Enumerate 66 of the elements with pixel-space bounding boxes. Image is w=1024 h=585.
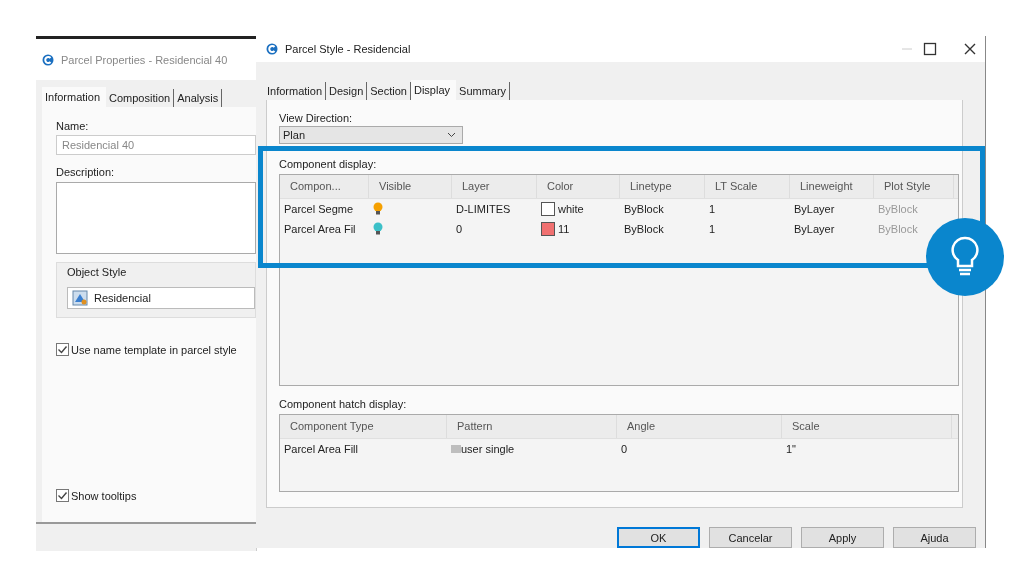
table-cell: user single xyxy=(461,442,515,455)
table-cell: ByBlock xyxy=(878,202,918,215)
description-field[interactable] xyxy=(56,182,256,254)
tab[interactable]: Information xyxy=(42,87,107,107)
lightbulb-icon[interactable] xyxy=(373,222,383,236)
table-cell: 1 xyxy=(709,202,716,215)
app-icon xyxy=(42,53,54,66)
column-header[interactable]: Angle xyxy=(627,420,656,433)
lightbulb-icon[interactable] xyxy=(373,202,383,216)
column-header[interactable]: Plot Style xyxy=(884,180,931,193)
table-cell: Parcel Segme xyxy=(284,202,354,215)
checkbox-label: Show tooltips xyxy=(71,489,137,502)
name-field[interactable]: Residencial 40 xyxy=(56,135,256,155)
table-cell: ByLayer xyxy=(794,202,835,215)
field-label: Description: xyxy=(56,166,116,178)
section-label: Component display: xyxy=(279,157,378,170)
column-header[interactable]: Linetype xyxy=(630,180,672,193)
view-direction-dropdown[interactable]: Plan xyxy=(279,125,463,144)
column-header[interactable]: Scale xyxy=(792,420,820,433)
table-cell: ByBlock xyxy=(624,202,664,215)
table-cell: ByBlock xyxy=(878,222,918,235)
checkbox[interactable] xyxy=(56,343,69,356)
section-label: Component hatch display: xyxy=(279,397,408,410)
tab[interactable]: Display xyxy=(411,79,457,100)
table-cell: ByLayer xyxy=(794,222,835,235)
table-cell: 0 xyxy=(456,222,463,235)
table-cell: Parcel Area Fil xyxy=(284,222,356,235)
column-header[interactable]: LT Scale xyxy=(715,180,758,193)
table-cell: 0 xyxy=(621,442,628,455)
dialog-button[interactable]: Ajuda xyxy=(893,527,976,548)
window-title: Parcel Style - Residencial xyxy=(285,42,411,55)
column-header[interactable]: Component Type xyxy=(290,420,374,433)
checkbox-label: Use name template in parcel style xyxy=(71,343,237,356)
maximize-icon[interactable] xyxy=(923,41,937,56)
column-header[interactable]: Lineweight xyxy=(800,180,853,193)
field-label: Name: xyxy=(56,120,90,132)
tab[interactable]: Section xyxy=(367,81,411,100)
table-cell: 1 xyxy=(709,222,716,235)
dialog-button[interactable]: Apply xyxy=(801,527,884,548)
dialog-button[interactable]: OK xyxy=(617,527,700,548)
checkbox[interactable] xyxy=(56,489,69,502)
tab[interactable]: Design xyxy=(326,81,368,100)
table-cell: 1" xyxy=(786,442,797,455)
table-cell: D-LIMITES xyxy=(456,202,511,215)
column-header[interactable]: Color xyxy=(547,180,574,193)
table-cell: 11 xyxy=(558,222,570,235)
column-header[interactable]: Pattern xyxy=(457,420,493,433)
style-icon xyxy=(72,290,88,306)
dialog-button[interactable]: Cancelar xyxy=(709,527,792,548)
column-header[interactable]: Visible xyxy=(379,180,412,193)
field-label: View Direction: xyxy=(279,111,354,124)
app-icon xyxy=(266,42,278,55)
tab[interactable]: Summary xyxy=(456,81,511,100)
hatch-pattern-icon xyxy=(451,444,461,453)
table-cell: white xyxy=(558,202,584,215)
column-header[interactable]: Layer xyxy=(462,180,490,193)
tab[interactable]: Analysis xyxy=(174,89,223,107)
window-title: Parcel Properties - Residencial 40 xyxy=(61,53,228,66)
chevron-icon xyxy=(447,131,456,138)
close-icon[interactable] xyxy=(963,41,977,56)
tab[interactable]: Composition xyxy=(106,89,175,107)
table-cell: Parcel Area Fill xyxy=(284,442,358,455)
group-label: Object Style xyxy=(67,266,127,278)
style-dropdown[interactable]: Residencial xyxy=(67,287,255,309)
column-header[interactable]: Compon... xyxy=(290,180,341,193)
table-cell: ByBlock xyxy=(624,222,664,235)
